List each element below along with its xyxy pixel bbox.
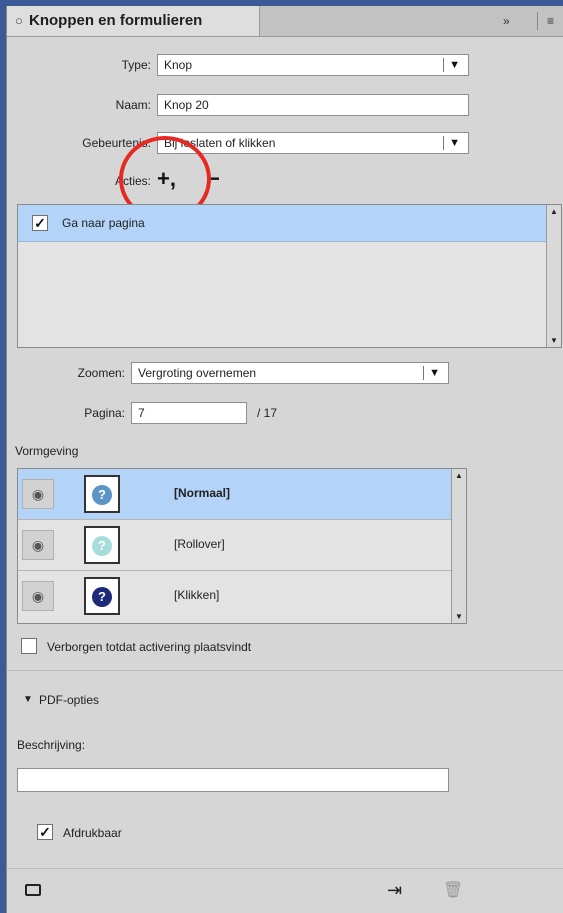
select-separator xyxy=(443,136,444,150)
states-scrollbar[interactable]: ▲ ▼ xyxy=(451,469,466,623)
description-label: Beschrijving: xyxy=(17,738,86,752)
select-separator xyxy=(443,58,444,72)
name-input[interactable]: Knop 20 xyxy=(157,94,469,116)
page-total: / 17 xyxy=(257,406,278,420)
section-divider xyxy=(7,670,563,671)
printable-label: Afdrukbaar xyxy=(63,826,122,840)
appearance-states-list[interactable]: ◉ ? [Normaal] ◉ ? [Rollover] ◉ ? [Klikke… xyxy=(17,468,467,624)
zoom-label: Zoomen: xyxy=(77,366,125,380)
actions-scrollbar[interactable]: ▲ ▼ xyxy=(546,205,561,347)
state-label: [Normaal] xyxy=(174,486,231,500)
hidden-until-triggered-label: Verborgen totdat activering plaatsvindt xyxy=(47,640,252,654)
state-thumbnail: ? xyxy=(84,475,120,513)
action-checkbox[interactable]: ✓ xyxy=(32,215,48,231)
type-select[interactable]: Knop ▼ xyxy=(157,54,469,76)
printable-checkbox[interactable]: ✓ xyxy=(37,824,53,840)
name-label: Naam: xyxy=(115,98,151,112)
question-icon: ? xyxy=(92,485,112,505)
eye-icon[interactable]: ◉ xyxy=(22,581,54,611)
eye-icon[interactable]: ◉ xyxy=(22,479,54,509)
scroll-up-icon[interactable]: ▲ xyxy=(452,471,466,480)
scroll-down-icon[interactable]: ▼ xyxy=(452,612,466,621)
state-thumbnail: ? xyxy=(84,526,120,564)
state-row-normal[interactable]: ◉ ? [Normaal] xyxy=(18,469,452,520)
question-icon: ? xyxy=(92,536,112,556)
chevron-down-icon: ▼ xyxy=(429,367,440,379)
state-row-rollover[interactable]: ◉ ? [Rollover] xyxy=(18,520,452,571)
type-select-value: Knop xyxy=(164,58,193,72)
type-label: Type: xyxy=(121,58,151,72)
question-icon: ? xyxy=(92,587,112,607)
chevron-down-icon: ▼ xyxy=(449,59,460,71)
event-select[interactable]: Bij loslaten of klikken ▼ xyxy=(157,132,469,154)
list-item-action[interactable]: ✓ Ga naar pagina xyxy=(18,205,547,242)
zoom-select[interactable]: Vergroting overnemen ▼ xyxy=(131,362,449,384)
state-thumbnail: ? xyxy=(84,577,120,615)
convert-to-object-icon[interactable]: ⇥ xyxy=(387,880,402,901)
trash-icon[interactable]: 🗑 xyxy=(443,880,463,900)
description-input[interactable] xyxy=(17,768,449,792)
select-separator xyxy=(423,366,424,380)
preview-icon[interactable] xyxy=(25,884,41,896)
zoom-select-value: Vergroting overnemen xyxy=(138,366,257,380)
close-tab-icon[interactable]: ○ xyxy=(15,6,23,36)
expand-panel-icon[interactable]: » xyxy=(503,6,510,36)
triangle-down-icon[interactable]: ▼ xyxy=(23,694,33,705)
state-label: [Klikken] xyxy=(174,588,220,602)
toolbar-divider xyxy=(537,12,538,30)
hidden-until-triggered-checkbox[interactable] xyxy=(21,638,37,654)
page-input[interactable]: 7 xyxy=(131,402,247,424)
scroll-down-icon[interactable]: ▼ xyxy=(547,336,561,345)
pdf-options-toggle[interactable]: PDF-opties xyxy=(39,693,99,707)
appearance-heading: Vormgeving xyxy=(15,444,79,458)
chevron-down-icon: ▼ xyxy=(449,137,460,149)
action-label: Ga naar pagina xyxy=(62,216,145,230)
panel-tab-bar: ○ Knoppen en formulieren » ≡ xyxy=(7,6,563,37)
panel-menu-icon[interactable]: ≡ xyxy=(547,6,554,36)
panel-title: Knoppen en formulieren xyxy=(29,12,203,29)
state-row-click[interactable]: ◉ ? [Klikken] xyxy=(18,571,452,621)
scroll-up-icon[interactable]: ▲ xyxy=(547,207,561,216)
state-label: [Rollover] xyxy=(174,537,225,551)
footer-divider xyxy=(7,868,563,869)
actions-list[interactable]: ✓ Ga naar pagina ▲ ▼ xyxy=(17,204,562,348)
eye-icon[interactable]: ◉ xyxy=(22,530,54,560)
panel-tab[interactable]: ○ Knoppen en formulieren xyxy=(7,6,260,36)
page-label: Pagina: xyxy=(84,406,125,420)
buttons-and-forms-panel: ○ Knoppen en formulieren » ≡ Type: Knop … xyxy=(6,6,563,913)
